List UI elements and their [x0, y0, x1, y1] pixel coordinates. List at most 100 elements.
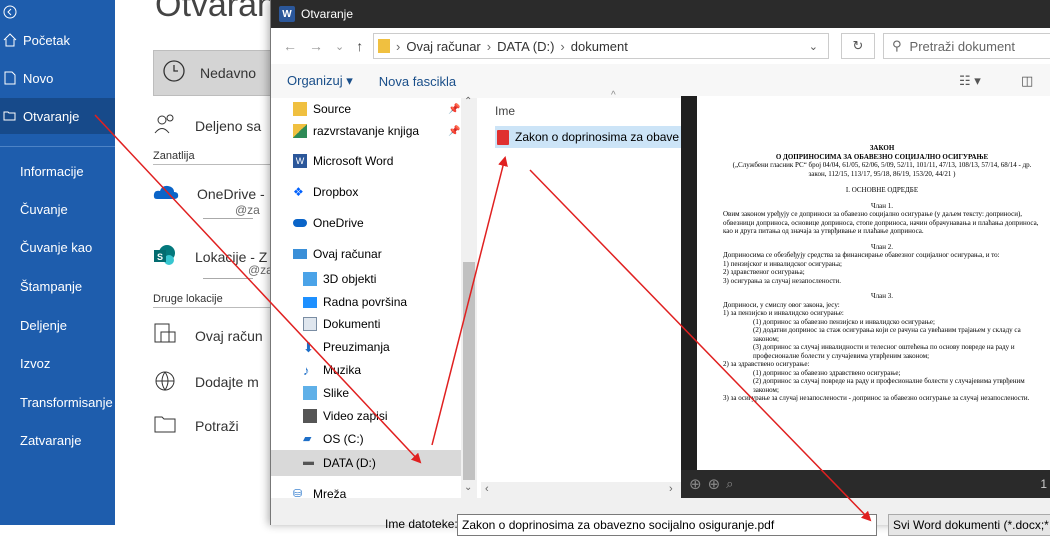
nav-item-this-pc[interactable]: Ovaj računar [293, 241, 485, 267]
nav-izvoz[interactable]: Izvoz [0, 345, 115, 381]
nav-informacije[interactable]: Informacije [0, 153, 115, 189]
refresh-button[interactable]: ↻ [841, 33, 875, 59]
nav-label: Novo [23, 70, 54, 86]
pin-icon[interactable]: 📌 [448, 104, 460, 115]
breadcrumb-separator-icon: › [560, 38, 565, 54]
filetype-select[interactable]: Svi Word dokumenti (*.docx;*.d [888, 514, 1050, 536]
back-arrow-icon [3, 5, 17, 19]
computer-icon [153, 322, 177, 349]
nav-otvaranje[interactable]: Otvaranje [0, 98, 115, 134]
nav-item-label: Dokumenti [323, 317, 381, 331]
music-icon: ♪ [303, 363, 310, 378]
address-bar[interactable]: › Ovaj računar › DATA (D:) › dokument ⌄ [373, 33, 829, 59]
scroll-left-icon[interactable]: ‹ [485, 483, 489, 495]
organize-button[interactable]: Organizuj ▾ [287, 73, 353, 89]
breadcrumb-item[interactable]: dokument [571, 39, 628, 54]
search-input[interactable]: ⚲ Pretraži dokument [883, 33, 1050, 59]
view-options-icon[interactable]: ☷ ▾ [959, 73, 981, 89]
nav-pocetak[interactable]: Početak [0, 22, 115, 58]
preview-toolbar: ⊕ ⊕ ⌕ 1 [681, 470, 1050, 498]
nav-novo[interactable]: Novo [0, 60, 115, 96]
nav-cuvanje-kao[interactable]: Čuvanje kao [0, 229, 115, 265]
nav-scrollbar-thumb[interactable] [463, 262, 475, 480]
dialog-toolbar: Organizuj ▾ Nova fascikla ☷ ▾ ◫ [271, 64, 1050, 98]
nav-label: Otvaranje [23, 108, 80, 124]
nav-item-data-d[interactable]: ▬ DATA (D:) [271, 450, 463, 476]
sidebar-divider [0, 146, 115, 147]
svg-text:S: S [157, 252, 163, 262]
nav-zatvaranje[interactable]: Zatvaranje [0, 422, 115, 458]
backstage-sidebar: Početak Novo Otvaranje Informacije Čuvan… [0, 0, 115, 525]
scroll-up-icon[interactable]: ⌃ [464, 96, 472, 107]
nav-deljenje[interactable]: Deljenje [0, 307, 115, 343]
nav-item-label: Video zapisi [323, 409, 388, 423]
doc-subtitle: О ДОПРИНОСИМА ЗА ОБАВЕЗНО СОЦИЈАЛНО ОСИГ… [775, 152, 989, 161]
divider [203, 278, 253, 279]
doc-list-item: (3) допринос за случај инвалидности и те… [753, 343, 1015, 360]
scroll-right-icon[interactable]: › [669, 483, 673, 495]
people-icon [153, 112, 177, 139]
chevron-down-icon[interactable]: ⌄ [809, 40, 818, 53]
scroll-down-icon[interactable]: ⌄ [464, 482, 472, 493]
browse-location[interactable]: Potraži [153, 412, 239, 439]
divider [203, 218, 253, 219]
nav-item-label: OS (C:) [323, 432, 364, 446]
shared-with-me[interactable]: Deljeno sa [153, 112, 261, 139]
doc-list-item: (1) допринос за обавезно пензијско и инв… [753, 317, 935, 326]
file-name: Zakon o doprinosima za obave [515, 130, 680, 144]
doc-title: ЗАКОН [869, 144, 895, 152]
forward-arrow-icon[interactable]: → [309, 38, 323, 54]
recent-locations-icon[interactable]: ⌄ [335, 40, 344, 53]
nav-item-onedrive[interactable]: OneDrive [293, 210, 485, 236]
file-item[interactable]: Zakon o doprinosima za obave [495, 126, 685, 148]
preview-pane-icon[interactable]: ◫ [1021, 73, 1033, 89]
this-pc-location[interactable]: Ovaj račun [153, 322, 263, 349]
doc-list-item: 3) за осигурање за случај незапослености… [723, 394, 1030, 402]
nav-label: Zatvaranje [20, 432, 82, 448]
folder-icon [378, 39, 390, 53]
zoom-icon[interactable]: ⌕ [726, 476, 733, 492]
add-place[interactable]: Dodajte m [153, 368, 259, 395]
nav-transformisanje[interactable]: Transformisanje [0, 384, 115, 420]
page-number: 1 [1040, 477, 1047, 491]
downloads-icon: ⬇ [303, 340, 314, 355]
filename-input[interactable]: Zakon o doprinosima za obavezno socijaln… [457, 514, 877, 536]
this-pc-label: Ovaj račun [195, 327, 263, 344]
dialog-titlebar[interactable]: W Otvaranje [271, 0, 1050, 28]
pin-icon[interactable]: 📌 [448, 126, 460, 137]
browse-label: Potraži [195, 417, 239, 434]
new-folder-button[interactable]: Nova fascikla [379, 74, 456, 89]
home-icon [3, 33, 17, 47]
next-page-icon[interactable]: ⊕ [708, 475, 721, 493]
previous-page-icon[interactable]: ⊕ [689, 475, 702, 493]
doc-list-item: (2) додатни допринос за стаж осигурања к… [753, 326, 1021, 343]
onedrive-account: @za [235, 203, 260, 217]
doc-article: Члан 2. [871, 242, 893, 251]
nav-item-dropbox[interactable]: ❖ Dropbox [293, 179, 485, 205]
nav-item-label: Microsoft Word [313, 154, 394, 168]
dialog-title: Otvaranje [301, 7, 354, 21]
nav-stampanje[interactable]: Štampanje [0, 268, 115, 304]
nav-label: Transformisanje [20, 394, 113, 410]
folder-icon [153, 412, 177, 439]
up-arrow-icon[interactable]: ↑ [356, 38, 363, 54]
nav-item-label: Ovaj računar [313, 247, 382, 261]
doc-paragraph: Доприноси, у смислу овог закона, јесу: [723, 300, 840, 309]
clock-icon [162, 59, 186, 88]
doc-list-item: 2) за здравствено осигурање: [723, 360, 810, 368]
nav-cuvanje[interactable]: Čuvanje [0, 191, 115, 227]
dialog-footer: Ime datoteke: Zakon o doprinosima za oba… [271, 498, 1050, 536]
nav-item-word[interactable]: W Microsoft Word [293, 148, 485, 174]
nav-item-razvrstavanje[interactable]: razvrstavanje knjiga 📌 [293, 118, 485, 144]
horizontal-scrollbar[interactable]: ‹ › [481, 482, 681, 498]
onedrive-location[interactable]: OneDrive - [153, 183, 265, 204]
breadcrumb-item[interactable]: Ovaj računar [406, 39, 480, 54]
nav-item-label: OneDrive [313, 216, 364, 230]
back-arrow-icon[interactable]: ← [283, 38, 297, 54]
nav-item-label: 3D objekti [323, 272, 377, 286]
breadcrumb-item[interactable]: DATA (D:) [497, 39, 554, 54]
navigation-pane: Source 📌 razvrstavanje knjiga 📌 W Microsoft… [271, 98, 463, 501]
open-folder-icon [3, 109, 17, 123]
column-header-name[interactable]: Ime [495, 104, 515, 118]
filename-label: Ime datoteke: [385, 517, 458, 531]
